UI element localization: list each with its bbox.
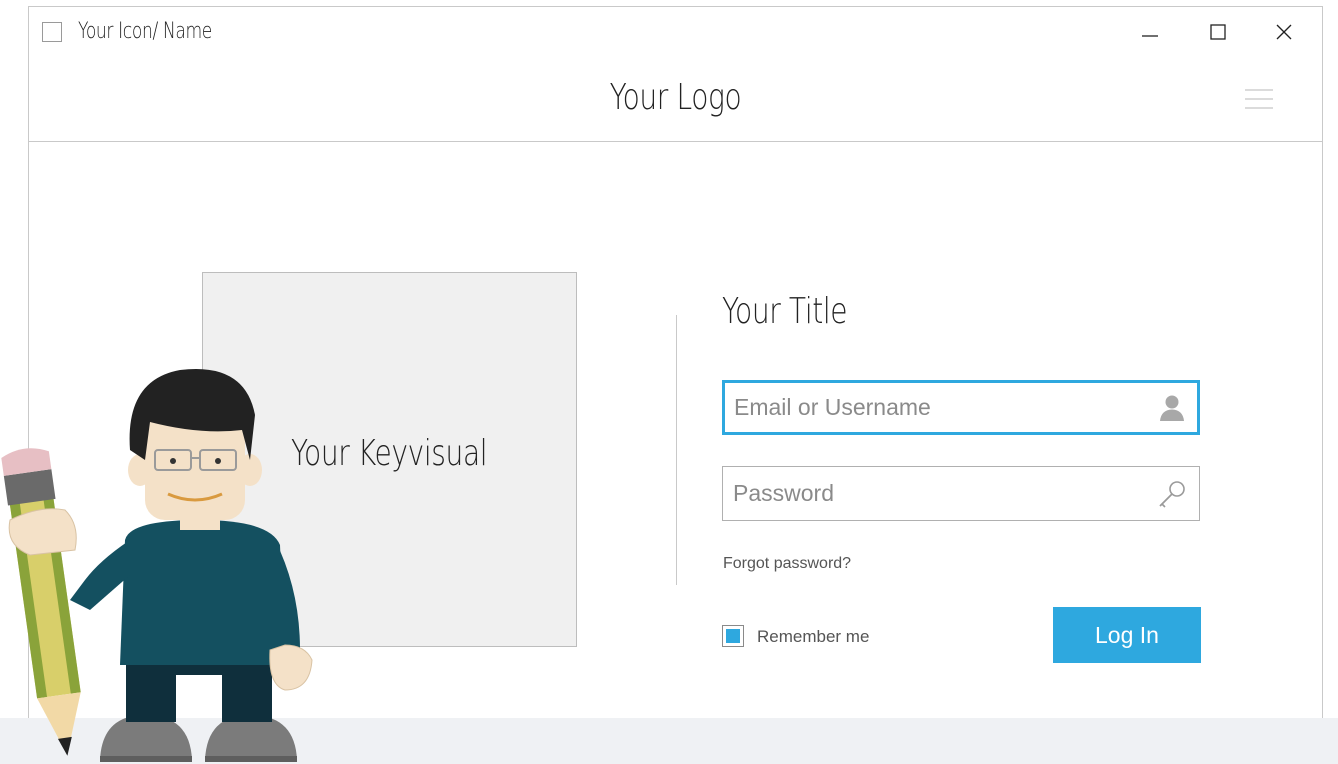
minimize-icon (1142, 35, 1158, 37)
shoes (100, 715, 297, 762)
vertical-divider (676, 315, 677, 585)
email-field[interactable] (722, 380, 1200, 435)
torso (70, 520, 300, 665)
form-title: Your Title (722, 291, 848, 332)
remember-me-label: Remember me (757, 627, 870, 646)
app-icon-placeholder (42, 22, 62, 42)
hamburger-menu-icon (1245, 89, 1273, 109)
header-bar: Your Logo (29, 57, 1322, 142)
close-icon (1276, 24, 1292, 40)
legs (126, 655, 272, 722)
head (128, 368, 262, 520)
login-button[interactable]: Log In (1053, 607, 1201, 663)
logo[interactable]: Your Logo (29, 77, 1322, 118)
remember-me-checkbox[interactable] (722, 625, 744, 647)
left-hand (8, 508, 77, 556)
checkbox-checked-fill (726, 629, 740, 643)
maximize-button[interactable] (1203, 17, 1233, 47)
user-icon (1160, 395, 1184, 421)
forgot-password-link[interactable]: Forgot password? (723, 555, 851, 573)
maximize-icon (1210, 24, 1226, 40)
cartoon-man-illustration (1, 368, 313, 762)
password-input[interactable] (723, 467, 1199, 520)
logo-text: Your Logo (609, 77, 742, 118)
email-input[interactable] (725, 383, 1197, 432)
menu-button[interactable] (1244, 87, 1274, 113)
close-button[interactable] (1269, 17, 1299, 47)
password-field[interactable] (722, 466, 1200, 521)
app-name: Your Icon/ Name (78, 19, 212, 44)
minimize-button[interactable] (1135, 17, 1165, 47)
key-icon (1159, 480, 1185, 508)
right-hand (269, 644, 313, 691)
title-bar: Your Icon/ Name (29, 7, 1322, 57)
